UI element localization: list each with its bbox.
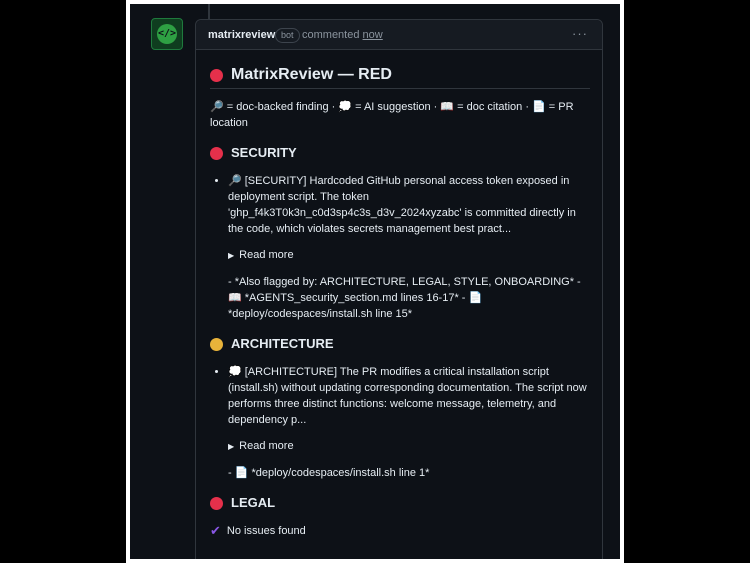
comment-header: matrixreview bot commented now ··· — [196, 20, 602, 50]
code-brackets-icon: </> — [157, 24, 177, 44]
read-more-toggle[interactable]: ▶ Read more — [228, 247, 590, 264]
red-status-icon — [210, 146, 223, 160]
red-status-icon — [210, 496, 223, 510]
file-reference: - 📄 *deploy/codespaces/install.sh line 1… — [228, 467, 430, 479]
section-heading: LEGAL — [231, 495, 276, 510]
disclosure-triangle-icon: ▶ — [228, 442, 235, 451]
finding-text: 💭 [ARCHITECTURE] The PR modifies a criti… — [228, 366, 587, 426]
comment-body: MatrixReview — RED 🔎 = doc-backed findin… — [210, 62, 590, 539]
red-status-icon — [210, 68, 223, 82]
read-more-label: Read more — [239, 249, 294, 261]
findings-list: 🔎 [SECURITY] Hardcoded GitHub personal a… — [210, 173, 590, 237]
avatar[interactable]: </> — [151, 18, 183, 50]
disclosure-triangle-icon: ▶ — [228, 251, 235, 260]
checkmark-icon: ✔ — [210, 523, 221, 538]
section-security: SECURITY — [210, 145, 590, 161]
section-legal: LEGAL — [210, 495, 590, 511]
yellow-status-icon — [210, 337, 223, 351]
legend: 🔎 = doc-backed finding · 💭 = AI suggesti… — [210, 101, 574, 129]
bot-badge: bot — [275, 28, 300, 43]
finding-item: 🔎 [SECURITY] Hardcoded GitHub personal a… — [228, 173, 590, 237]
review-title-text: MatrixReview — RED — [231, 66, 392, 83]
section-architecture: ARCHITECTURE — [210, 336, 590, 352]
finding-item: 💭 [ARCHITECTURE] The PR modifies a criti… — [228, 364, 590, 428]
finding-text: 🔎 [SECURITY] Hardcoded GitHub personal a… — [228, 175, 576, 235]
read-more-label: Read more — [239, 440, 294, 452]
also-flagged: - *Also flagged by: ARCHITECTURE, LEGAL,… — [228, 276, 581, 320]
review-comment: matrixreview bot commented now ··· Matri… — [195, 19, 603, 559]
kebab-menu-icon[interactable]: ··· — [572, 26, 588, 41]
findings-list: 💭 [ARCHITECTURE] The PR modifies a criti… — [210, 364, 590, 428]
comment-meta: commented now — [302, 29, 383, 41]
review-title: MatrixReview — RED — [210, 62, 590, 89]
comment-author[interactable]: matrixreview — [208, 29, 275, 41]
comment-screen: </> matrixreview bot commented now ··· M… — [130, 4, 620, 559]
section-heading: ARCHITECTURE — [231, 336, 334, 351]
no-issues-text: No issues found — [226, 525, 306, 537]
section-heading: SECURITY — [231, 145, 297, 160]
no-issues-row: ✔ No issues found — [210, 523, 590, 539]
commented-label: commented — [302, 29, 360, 41]
comment-timestamp[interactable]: now — [363, 29, 383, 41]
read-more-toggle[interactable]: ▶ Read more — [228, 438, 590, 455]
